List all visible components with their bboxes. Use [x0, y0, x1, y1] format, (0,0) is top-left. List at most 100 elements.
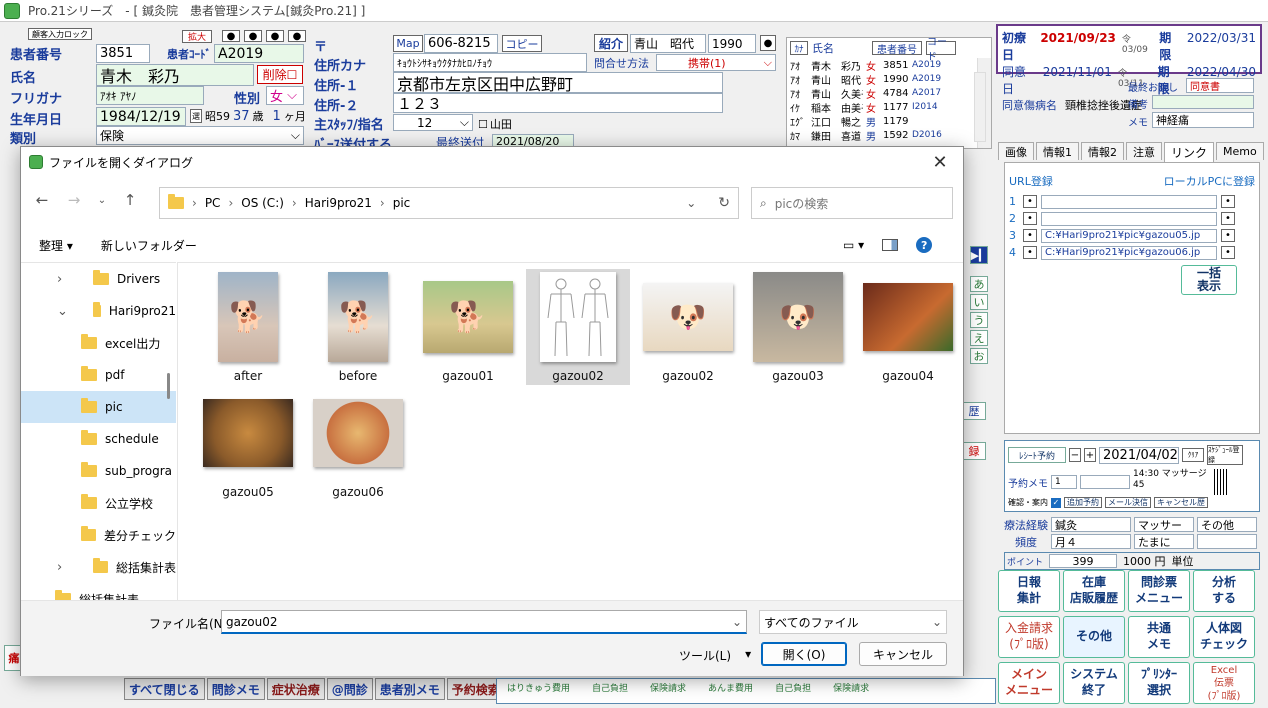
right-scrollbar[interactable]	[974, 72, 986, 142]
delete-checkbox[interactable]: 削除 ☐	[257, 65, 303, 84]
filename-input[interactable]: gazou02 ⌄	[221, 610, 747, 634]
kana-field[interactable]: ｱｵｷ ｱﾔﾉ	[96, 86, 204, 105]
menu-button[interactable]: 入金請求 (ﾌﾟﾛ版)	[998, 616, 1060, 658]
menu-button[interactable]: 日報 集計	[998, 570, 1060, 612]
treatment-select-2[interactable]: マッサー	[1134, 517, 1194, 532]
expand-button[interactable]: 拡大	[182, 30, 212, 43]
toggle-button[interactable]: ●	[266, 30, 284, 42]
sex-select[interactable]: 女 ⌵	[266, 86, 304, 105]
bottom-button[interactable]: 患者別メモ	[374, 678, 445, 700]
link-select-button[interactable]: •	[1023, 229, 1037, 242]
code-sort-button[interactable]: コード	[926, 37, 956, 63]
close-icon[interactable]: ✕	[917, 147, 963, 177]
file-item[interactable]: gazou05	[196, 385, 300, 501]
patient-id-field[interactable]: 3851	[96, 44, 150, 63]
tab-3[interactable]: 注意	[1126, 142, 1162, 160]
tree-item[interactable]: pdf	[21, 359, 176, 391]
type-select[interactable]: 保険 ⌵	[96, 126, 304, 145]
address2-field[interactable]: １２３	[393, 93, 723, 113]
menu-button[interactable]: 分析 する	[1193, 570, 1255, 612]
link-select-button[interactable]: •	[1023, 195, 1037, 208]
organize-menu[interactable]: 整理 ▾	[39, 237, 73, 254]
tree-item[interactable]: › 総括集計表	[21, 551, 176, 583]
preview-pane-icon[interactable]	[882, 239, 899, 251]
tab-0[interactable]: 画像	[998, 142, 1034, 160]
referral-select-button[interactable]: ●	[760, 35, 776, 51]
tree-item[interactable]: 差分チェック	[21, 519, 176, 551]
back-icon[interactable]: ←	[29, 187, 55, 213]
bottom-button[interactable]: 症状治療	[266, 678, 325, 700]
reservation-memo-select[interactable]: 1	[1051, 475, 1077, 489]
tab-5[interactable]: Memo	[1216, 142, 1264, 160]
tree-item[interactable]: ⌄ Hari9pro21	[21, 295, 176, 327]
tree-scrollbar[interactable]	[167, 373, 170, 399]
menu-button[interactable]: ﾌﾟﾘﾝﾀｰ 選択	[1128, 662, 1190, 704]
tree-item[interactable]: sub_progra	[21, 455, 176, 487]
breadcrumb-item[interactable]: PC	[205, 196, 221, 210]
expand-arrow-icon[interactable]: ›	[57, 560, 62, 575]
toggle-button[interactable]: ●	[222, 30, 240, 42]
link-path-field[interactable]	[1041, 211, 1217, 226]
referral-button[interactable]: 紹介	[594, 34, 628, 52]
birth-field[interactable]: 1984/12/19	[96, 107, 186, 126]
file-item[interactable]: 🐕 gazou01	[416, 269, 520, 385]
memo-field[interactable]	[1152, 95, 1254, 109]
patient-list-row[interactable]: ｱｵ青山 久美子女4784A2017	[790, 86, 991, 101]
toggle-button[interactable]: ●	[244, 30, 262, 42]
referral-name-field[interactable]: 青山 昭代	[630, 34, 706, 53]
menu-button[interactable]: システム 終了	[1063, 662, 1125, 704]
minus-button[interactable]: −	[1069, 448, 1081, 462]
copy-button[interactable]: コピー	[502, 35, 542, 52]
file-item[interactable]: gazou06	[306, 385, 410, 501]
last-given-select[interactable]: 同意書	[1186, 78, 1254, 93]
menu-button[interactable]: その他	[1063, 616, 1125, 658]
kana-index-button[interactable]: あ	[970, 276, 988, 292]
link-select-button[interactable]: •	[1023, 212, 1037, 225]
plus-button[interactable]: +	[1084, 448, 1096, 462]
breadcrumb-item[interactable]: pic	[393, 196, 411, 210]
search-input[interactable]: ⌕ picの検索	[751, 187, 953, 219]
address-kana-field[interactable]: ｷｮｳﾄｼｻｷｮｳｸﾀﾅｶﾋﾛﾉﾁｮｳ	[393, 53, 587, 72]
tree-item[interactable]: 公立学校	[21, 487, 176, 519]
patient-list-row[interactable]: ｱｵ 青木 彩乃女 3851 A2019	[790, 58, 991, 73]
help-icon[interactable]: ?	[916, 237, 933, 253]
link-open-button[interactable]: •	[1221, 246, 1235, 259]
new-folder-button[interactable]: 新しいフォルダー	[101, 237, 197, 254]
breadcrumb-item[interactable]: OS (C:)	[241, 196, 284, 210]
patient-list-row[interactable]: ｲｹ稲本 由美子女1177I2014	[790, 100, 991, 115]
kana-index-button[interactable]: う	[970, 312, 988, 328]
view-mode-icon[interactable]: ▭ ▾	[843, 238, 864, 252]
recent-dropdown-icon[interactable]: ⌄	[93, 187, 111, 213]
clear-button[interactable]: ｸﾘｱ	[1182, 448, 1204, 462]
open-button[interactable]: 開く(O)	[761, 642, 847, 666]
kana-next-button[interactable]: ▶▎	[970, 246, 988, 264]
tools-menu[interactable]: ツール(L) ▾	[679, 647, 751, 664]
kana-sort-button[interactable]: ｶﾅ	[790, 41, 808, 55]
name-field[interactable]: 青木 彩乃	[96, 64, 254, 86]
patient-num-sort-button[interactable]: 患者番号	[872, 41, 922, 56]
file-item[interactable]: gazou04	[856, 269, 960, 385]
link-path-field[interactable]: C:¥Hari9pro21¥pic¥gazou05.jp	[1041, 228, 1217, 243]
tree-item[interactable]: 総括集計表	[21, 583, 176, 600]
postal-field[interactable]: 606-8215	[424, 34, 498, 53]
treatment-select-1[interactable]: 鍼灸	[1051, 517, 1131, 532]
reservation-memo-select2[interactable]	[1080, 475, 1130, 489]
confirm-checkbox[interactable]: ✓	[1051, 497, 1061, 508]
menu-button[interactable]: 問診票 メニュー	[1128, 570, 1190, 612]
era-button[interactable]: 選	[190, 109, 202, 123]
kana-index-button[interactable]: え	[970, 330, 988, 346]
tree-item[interactable]: schedule	[21, 423, 176, 455]
link-open-button[interactable]: •	[1221, 195, 1235, 208]
filetype-select[interactable]: すべてのファイル ⌄	[759, 610, 947, 634]
expand-arrow-icon[interactable]: ⌄	[57, 304, 68, 319]
breadcrumb-item[interactable]: Hari9pro21	[305, 196, 372, 210]
patient-code-field[interactable]: A2019	[214, 44, 304, 63]
menu-button[interactable]: Excel 伝票 (ﾌﾟﾛ版)	[1193, 662, 1255, 704]
mail-button[interactable]: メール決信	[1105, 497, 1151, 508]
file-item[interactable]: 🐶 gazou03	[746, 269, 850, 385]
receipt-reservation-button[interactable]: ﾚｼｰﾄ予約	[1008, 447, 1066, 463]
link-path-field[interactable]: C:¥Hari9pro21¥pic¥gazou06.jp	[1041, 245, 1217, 260]
staff-select[interactable]: 12 ⌵	[393, 114, 473, 131]
file-item[interactable]: 🐕 before	[306, 269, 410, 385]
forward-icon[interactable]: →	[61, 187, 87, 213]
